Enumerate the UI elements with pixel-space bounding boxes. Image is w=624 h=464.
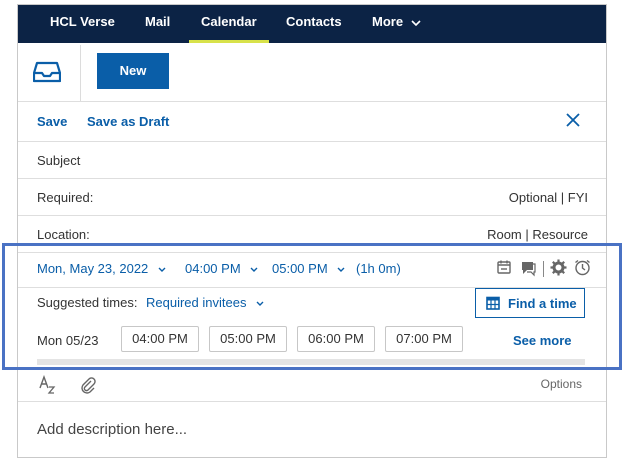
chevron-down-icon (250, 267, 258, 273)
format-row: Options (18, 367, 606, 402)
subject-row[interactable]: Subject (18, 141, 606, 179)
optional-fyi-links[interactable]: Optional | FYI (509, 190, 588, 205)
close-icon[interactable] (566, 113, 580, 127)
app-window: HCL Verse Mail Calendar Contacts More Ne… (17, 4, 607, 458)
slot-date-label: Mon 05/23 (37, 333, 99, 348)
see-more-link[interactable]: See more (513, 333, 572, 348)
time-slot-button[interactable]: 05:00 PM (209, 326, 287, 352)
nav-calendar[interactable]: Calendar (189, 5, 269, 43)
repeat-calendar-icon[interactable] (496, 259, 512, 275)
paperclip-icon[interactable] (79, 376, 97, 394)
toolbar-divider (80, 45, 81, 101)
invitees-filter-dropdown[interactable]: Required invitees (146, 295, 264, 310)
date-row-icons (492, 259, 592, 279)
nav-contacts[interactable]: Contacts (286, 5, 342, 43)
chevron-down-icon (337, 267, 345, 273)
required-row: Required: Optional | FYI (18, 178, 606, 216)
suggested-times-row: Suggested times: Required invitees Find … (18, 288, 606, 322)
options-link[interactable]: Options (541, 377, 582, 391)
chevron-down-icon (411, 19, 421, 26)
chat-icon[interactable] (519, 259, 537, 277)
date-dropdown[interactable]: Mon, May 23, 2022 (37, 261, 166, 276)
invitees-filter-value: Required invitees (146, 295, 247, 310)
start-time-dropdown[interactable]: 04:00 PM (185, 261, 258, 276)
suggested-times-label: Suggested times: (37, 295, 138, 310)
gear-icon[interactable] (550, 259, 567, 276)
action-row: Save Save as Draft (18, 101, 606, 142)
duration-label: (1h 0m) (356, 261, 401, 276)
time-slot-button[interactable]: 04:00 PM (121, 326, 199, 352)
subject-field[interactable]: Subject (37, 153, 80, 168)
required-label: Required: (37, 190, 94, 205)
start-time-value: 04:00 PM (185, 261, 241, 276)
location-row: Location: Room | Resource (18, 215, 606, 253)
end-time-dropdown[interactable]: 05:00 PM (272, 261, 345, 276)
description-field[interactable]: Add description here... (37, 421, 187, 438)
inbox-icon[interactable] (33, 61, 61, 83)
nav-hcl-verse[interactable]: HCL Verse (50, 5, 115, 43)
icon-separator (543, 261, 544, 277)
date-value: Mon, May 23, 2022 (37, 261, 149, 276)
time-slot-button[interactable]: 06:00 PM (297, 326, 375, 352)
text-format-icon[interactable] (38, 375, 58, 395)
nav-mail[interactable]: Mail (145, 5, 170, 43)
room-resource-links[interactable]: Room | Resource (487, 227, 588, 242)
nav-more-label: More (372, 14, 404, 29)
find-a-time-label: Find a time (508, 296, 577, 311)
top-nav: HCL Verse Mail Calendar Contacts More (18, 5, 606, 43)
location-label: Location: (37, 227, 90, 242)
calendar-grid-icon (486, 296, 500, 310)
save-button[interactable]: Save (37, 114, 67, 129)
end-time-value: 05:00 PM (272, 261, 328, 276)
time-slot-button[interactable]: 07:00 PM (385, 326, 463, 352)
date-time-row: Mon, May 23, 2022 04:00 PM 05:00 PM (1h … (18, 251, 606, 288)
new-button[interactable]: New (97, 53, 169, 89)
toolbar: New (18, 43, 606, 102)
chevron-down-icon (158, 267, 166, 273)
slots-scrollbar[interactable] (37, 359, 585, 365)
nav-more[interactable]: More (372, 5, 421, 43)
alarm-clock-icon[interactable] (574, 259, 591, 276)
chevron-down-icon (256, 301, 264, 307)
save-as-draft-button[interactable]: Save as Draft (87, 114, 169, 129)
find-a-time-button[interactable]: Find a time (475, 288, 585, 318)
time-slots-row: Mon 05/23 04:00 PM 05:00 PM 06:00 PM 07:… (18, 323, 606, 359)
